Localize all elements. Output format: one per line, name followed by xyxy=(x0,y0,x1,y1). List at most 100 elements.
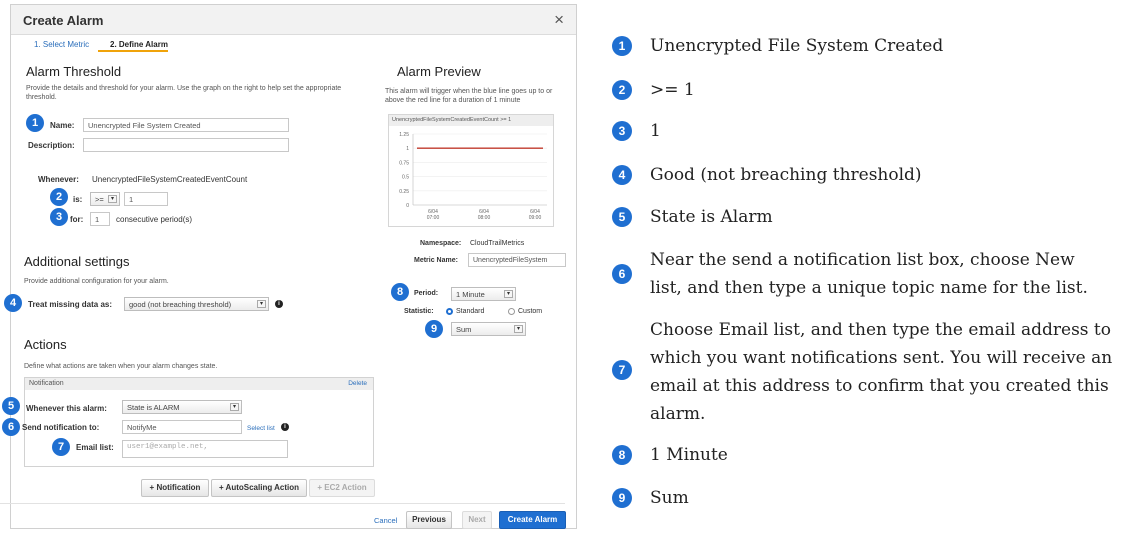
callout-6: 6 xyxy=(2,418,20,436)
y-tick-label: 1 xyxy=(406,146,409,152)
legend-text-7: Choose Email list, and then type the ema… xyxy=(650,320,1113,424)
legend-badge-5: 5 xyxy=(612,207,632,227)
operator-select[interactable]: >= ▾ xyxy=(90,192,120,206)
alarm-preview-heading: Alarm Preview xyxy=(397,64,481,79)
additional-settings-help: Provide additional configuration for you… xyxy=(24,278,169,285)
name-input[interactable]: Unencrypted File System Created xyxy=(83,118,289,132)
x-tick-time: 09:00 xyxy=(529,215,542,221)
step-define-alarm[interactable]: 2. Define Alarm xyxy=(110,40,168,49)
statistic-label: Statistic: xyxy=(404,308,434,315)
chevron-down-icon: ▾ xyxy=(230,403,239,411)
chevron-down-icon: ▾ xyxy=(514,325,523,333)
missing-data-value: good (not breaching threshold) xyxy=(129,300,232,309)
y-tick-label: 1.25 xyxy=(399,132,409,138)
legend-badge-7: 7 xyxy=(612,360,632,380)
description-input[interactable] xyxy=(83,138,289,152)
x-tick-time: 08:00 xyxy=(478,215,491,221)
chart-svg: 1.2510.750.50.2506/0407:006/0408:006/040… xyxy=(399,132,547,221)
add-autoscaling-action-button[interactable]: + AutoScaling Action xyxy=(211,479,307,497)
radio-standard-label: Standard xyxy=(456,308,485,315)
legend-text-2: >= 1 xyxy=(650,80,695,100)
alarm-preview-chart: UnencryptedFileSystemCreatedEventCount >… xyxy=(388,114,554,227)
callout-2: 2 xyxy=(50,188,68,206)
whenever-metric: UnencryptedFileSystemCreatedEventCount xyxy=(92,175,248,184)
add-ec2-action-button[interactable]: + EC2 Action xyxy=(309,479,375,497)
statistic-select[interactable]: Sum ▾ xyxy=(451,322,526,336)
cancel-link[interactable]: Cancel xyxy=(374,516,397,525)
callout-legend: 1 Unencrypted File System Created 2 >= 1… xyxy=(610,0,1120,533)
add-notification-button[interactable]: + Notification xyxy=(141,479,209,497)
periods-input[interactable]: 1 xyxy=(90,212,110,226)
send-notification-label: Send notification to: xyxy=(22,423,100,432)
next-button[interactable]: Next xyxy=(462,511,492,529)
step-select-metric[interactable]: 1. Select Metric xyxy=(34,40,89,49)
period-value: 1 Minute xyxy=(456,290,485,299)
statistic-value: Sum xyxy=(456,325,472,334)
chart-title: UnencryptedFileSystemCreatedEventCount >… xyxy=(389,115,553,126)
callout-1: 1 xyxy=(26,114,44,132)
for-label: for: xyxy=(70,215,84,224)
topic-input[interactable]: NotifyMe xyxy=(122,420,242,434)
email-list-textarea[interactable]: user1@example.net, xyxy=(122,440,288,458)
whenever-alarm-label: Whenever this alarm: xyxy=(26,404,107,413)
delete-link[interactable]: Delete xyxy=(348,380,367,387)
footer-divider xyxy=(0,503,565,504)
alarm-state-select[interactable]: State is ALARM ▾ xyxy=(122,400,242,414)
period-label: Period: xyxy=(414,290,439,297)
legend-badge-9: 9 xyxy=(612,488,632,508)
radio-custom-label: Custom xyxy=(518,308,543,315)
close-icon[interactable]: × xyxy=(554,10,564,30)
x-tick-time: 07:00 xyxy=(427,215,440,221)
missing-data-label: Treat missing data as: xyxy=(28,300,113,309)
callout-7: 7 xyxy=(52,438,70,456)
callout-5: 5 xyxy=(2,397,20,415)
alarm-preview-help: This alarm will trigger when the blue li… xyxy=(385,88,553,104)
whenever-label: Whenever: xyxy=(38,175,79,184)
legend-badge-3: 3 xyxy=(612,121,632,141)
legend-text-8: 1 Minute xyxy=(650,445,728,465)
legend-text-4: Good (not breaching threshold) xyxy=(650,165,922,185)
chevron-down-icon: ▾ xyxy=(108,195,117,203)
legend-badge-2: 2 xyxy=(612,80,632,100)
alarm-threshold-help: Provide the details and threshold for yo… xyxy=(26,85,342,101)
create-alarm-button[interactable]: Create Alarm xyxy=(499,511,566,529)
y-tick-label: 0.5 xyxy=(402,175,409,181)
name-label: Name: xyxy=(50,121,75,130)
legend-badge-1: 1 xyxy=(612,36,632,56)
radio-custom[interactable] xyxy=(508,308,515,315)
previous-button[interactable]: Previous xyxy=(406,511,452,529)
info-icon[interactable]: i xyxy=(281,423,289,431)
chevron-down-icon: ▾ xyxy=(504,290,513,298)
y-tick-label: 0.75 xyxy=(399,160,409,166)
radio-standard[interactable] xyxy=(446,308,453,315)
legend-text-5: State is Alarm xyxy=(650,207,773,227)
is-label: is: xyxy=(73,195,83,204)
alarm-threshold-heading: Alarm Threshold xyxy=(26,64,122,79)
legend-text-1: Unencrypted File System Created xyxy=(650,36,944,56)
y-tick-label: 0 xyxy=(406,203,409,209)
dialog-title: Create Alarm xyxy=(23,13,104,28)
metric-name-input[interactable]: UnencryptedFileSystem xyxy=(468,253,566,267)
email-placeholder: user1@example.net, xyxy=(127,443,209,451)
notification-title: Notification xyxy=(29,380,64,387)
legend-badge-6: 6 xyxy=(612,264,632,284)
callout-9: 9 xyxy=(425,320,443,338)
missing-data-select[interactable]: good (not breaching threshold) ▾ xyxy=(124,297,269,311)
legend-text-3: 1 xyxy=(650,121,661,141)
legend-text-9: Sum xyxy=(650,488,689,508)
period-select[interactable]: 1 Minute ▾ xyxy=(451,287,516,301)
threshold-value-input[interactable]: 1 xyxy=(124,192,168,206)
description-label: Description: xyxy=(28,141,75,150)
chevron-down-icon: ▾ xyxy=(257,300,266,308)
notification-header: Notification Delete xyxy=(25,378,373,390)
y-tick-label: 0.25 xyxy=(399,189,409,195)
callout-3: 3 xyxy=(50,208,68,226)
dialog-header: Create Alarm × xyxy=(11,5,576,35)
legend-badge-4: 4 xyxy=(612,165,632,185)
legend-badge-8: 8 xyxy=(612,445,632,465)
select-list-link[interactable]: Select list xyxy=(247,425,275,432)
metric-name-label: Metric Name: xyxy=(414,257,458,264)
info-icon[interactable]: i xyxy=(275,300,283,308)
active-step-indicator xyxy=(98,50,168,52)
additional-settings-heading: Additional settings xyxy=(24,254,130,269)
